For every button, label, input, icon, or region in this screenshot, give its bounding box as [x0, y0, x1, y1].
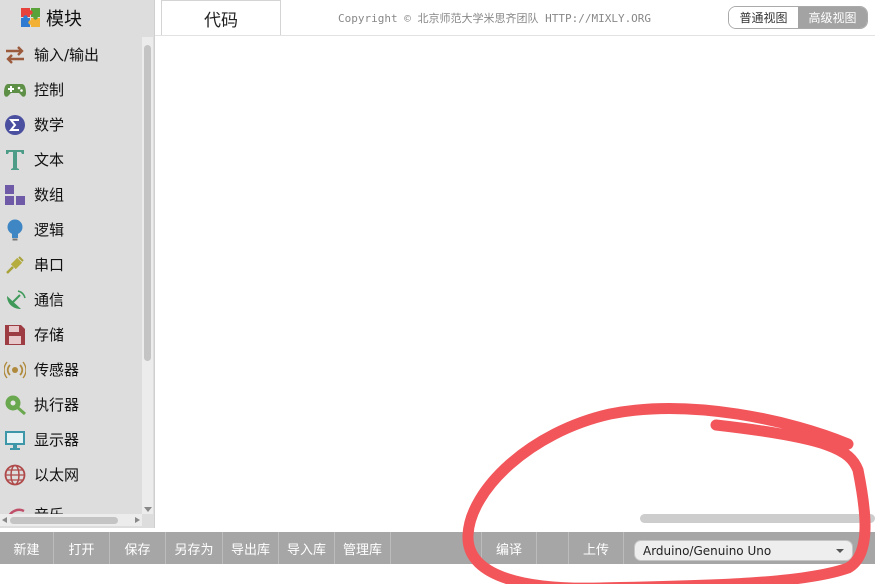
sidebar-title: 模块 [46, 8, 82, 30]
music-icon [3, 504, 27, 514]
lightbulb-icon [3, 218, 27, 242]
io-arrows-icon [3, 43, 27, 67]
sidebar-vertical-scrollbar[interactable] [142, 37, 153, 514]
category-math[interactable]: 数学 [0, 107, 142, 142]
scrollbar-thumb[interactable] [144, 45, 151, 361]
array-blocks-icon [3, 183, 27, 207]
category-label: 通信 [34, 291, 65, 309]
category-io[interactable]: 输入/输出 [0, 37, 142, 72]
actuator-icon [3, 393, 27, 417]
scrollbar-thumb[interactable] [10, 517, 118, 524]
copyright-notice: Copyright © 北京师范大学米思齐团队 HTTP://MIXLY.ORG [338, 12, 652, 25]
category-label: 音乐 [34, 504, 64, 514]
category-actuator[interactable]: 执行器 [0, 387, 142, 422]
scroll-left-arrow-icon[interactable] [2, 517, 7, 523]
sidebar: 模块 输入/输出 控制 数学 文本 数组 逻辑 串口 通信 存储 传感器 执行器… [0, 0, 155, 528]
category-communication[interactable]: 通信 [0, 282, 142, 317]
board-select[interactable]: Arduino/Genuino Uno [634, 540, 853, 561]
category-list: 输入/输出 控制 数学 文本 数组 逻辑 串口 通信 存储 传感器 执行器 显示… [0, 37, 142, 514]
save-as-button[interactable]: 另存为 [166, 532, 223, 564]
puzzle-icon [20, 7, 42, 29]
tab-code[interactable]: 代码 [161, 0, 281, 35]
category-music[interactable]: 音乐 [0, 492, 142, 514]
category-label: 逻辑 [34, 221, 65, 239]
text-t-icon [3, 148, 27, 172]
category-text[interactable]: 文本 [0, 142, 142, 177]
normal-view-button[interactable]: 普通视图 [729, 7, 798, 28]
board-select-value: Arduino/Genuino Uno [643, 543, 772, 558]
category-serial[interactable]: 串口 [0, 247, 142, 282]
floppy-disk-icon [3, 323, 27, 347]
category-label: 串口 [34, 256, 65, 274]
scroll-right-arrow-icon[interactable] [135, 517, 140, 523]
status-area [0, 564, 875, 584]
category-array[interactable]: 数组 [0, 177, 142, 212]
export-library-button[interactable]: 导出库 [223, 532, 279, 564]
satellite-dish-icon [3, 288, 27, 312]
usb-plug-icon [3, 253, 27, 277]
math-sigma-icon [3, 113, 27, 137]
sidebar-header: 模块 [0, 0, 154, 35]
compile-button[interactable]: 编译 [481, 532, 537, 564]
category-ethernet[interactable]: 以太网 [0, 457, 142, 492]
bottom-toolbar: 新建 打开 保存 另存为 导出库 导入库 管理库 编译 上传 Arduino/G… [0, 528, 875, 584]
category-sensor[interactable]: 传感器 [0, 352, 142, 387]
category-label: 数学 [34, 116, 65, 134]
import-library-button[interactable]: 导入库 [279, 532, 335, 564]
sidebar-horizontal-scrollbar[interactable] [0, 514, 142, 526]
category-label: 存储 [34, 326, 65, 344]
category-logic[interactable]: 逻辑 [0, 212, 142, 247]
category-label: 以太网 [34, 466, 80, 484]
new-button[interactable]: 新建 [0, 532, 54, 564]
category-label: 输入/输出 [34, 46, 100, 64]
monitor-icon [3, 428, 27, 452]
category-display[interactable]: 显示器 [0, 422, 142, 457]
toolbar-bar: 新建 打开 保存 另存为 导出库 导入库 管理库 编译 上传 Arduino/G… [0, 532, 875, 564]
category-label: 数组 [34, 186, 65, 204]
advanced-view-button[interactable]: 高级视图 [798, 7, 867, 28]
save-button[interactable]: 保存 [110, 532, 166, 564]
category-label: 执行器 [34, 396, 80, 414]
editor-horizontal-scrollbar[interactable] [640, 514, 875, 523]
category-control[interactable]: 控制 [0, 72, 142, 107]
category-label: 文本 [34, 151, 65, 169]
open-button[interactable]: 打开 [54, 532, 110, 564]
category-label: 控制 [34, 81, 65, 99]
globe-icon [3, 463, 27, 487]
upload-button[interactable]: 上传 [568, 532, 624, 564]
category-label: 传感器 [34, 361, 80, 379]
view-mode-toggle: 普通视图 高级视图 [728, 6, 868, 29]
category-storage[interactable]: 存储 [0, 317, 142, 352]
manage-library-button[interactable]: 管理库 [335, 532, 391, 564]
chevron-down-icon [836, 549, 844, 553]
gamepad-icon [3, 78, 27, 102]
code-editor[interactable] [156, 36, 875, 528]
category-label: 显示器 [34, 431, 80, 449]
scroll-down-arrow-icon[interactable] [144, 507, 152, 512]
sensor-icon [3, 358, 27, 382]
